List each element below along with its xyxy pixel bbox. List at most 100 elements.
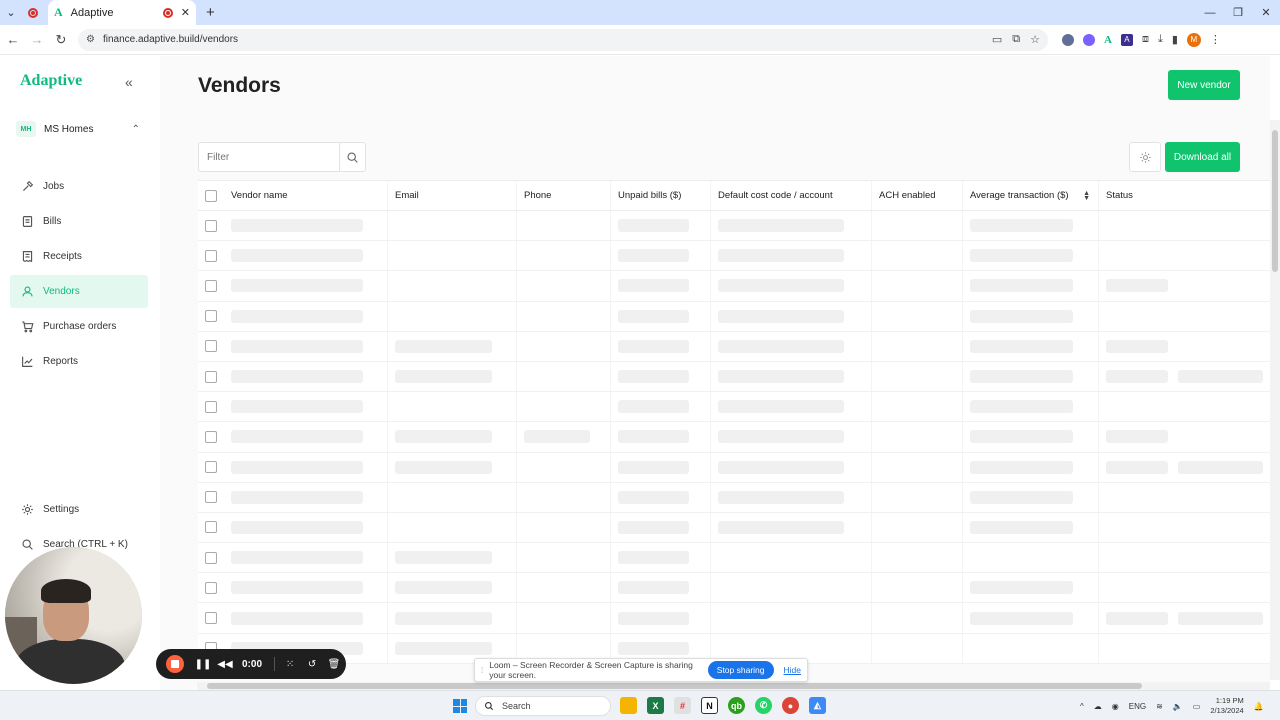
row-checkbox[interactable]: [205, 340, 217, 353]
drag-handle-icon[interactable]: ⁞: [481, 666, 483, 675]
column-header-average-transaction[interactable]: Average transaction ($) ▲ ▼: [963, 181, 1099, 210]
table-row[interactable]: [198, 392, 1270, 423]
row-checkbox[interactable]: [205, 461, 217, 474]
tab-close-icon[interactable]: ✕: [181, 6, 190, 19]
download-icon[interactable]: ⤓: [1158, 33, 1163, 46]
wifi-icon[interactable]: ≋: [1156, 702, 1163, 711]
back-button[interactable]: ←: [2, 25, 24, 55]
table-row[interactable]: [198, 422, 1270, 453]
sidebar-item-reports[interactable]: Reports: [10, 345, 148, 378]
column-header-status[interactable]: Status: [1099, 181, 1270, 210]
table-row[interactable]: [198, 512, 1270, 544]
puzzle-extensions-icon[interactable]: ⧈: [1142, 33, 1149, 46]
row-checkbox[interactable]: [205, 581, 217, 594]
table-row[interactable]: [198, 603, 1270, 634]
excel-icon[interactable]: X: [647, 697, 664, 714]
sidebar-item-receipts[interactable]: Receipts: [10, 240, 148, 273]
download-all-button[interactable]: Download all: [1165, 142, 1240, 172]
taskbar-search[interactable]: Search: [475, 696, 611, 716]
volume-icon[interactable]: 🔈: [1173, 702, 1183, 711]
restart-icon[interactable]: ↺: [301, 659, 323, 670]
filter-input[interactable]: [199, 143, 339, 171]
camera-icon[interactable]: ▭: [992, 33, 1002, 46]
table-row[interactable]: [198, 482, 1270, 513]
notion-icon[interactable]: N: [701, 697, 718, 714]
org-switcher[interactable]: MH MS Homes ⌃: [16, 118, 140, 140]
delete-icon[interactable]: 🗑: [323, 659, 345, 670]
whatsapp-icon[interactable]: ✆: [755, 697, 772, 714]
browser-tab-adaptive[interactable]: A Adaptive ✕: [48, 0, 196, 25]
row-checkbox[interactable]: [205, 310, 217, 323]
app-icon[interactable]: ◭: [809, 697, 826, 714]
filter-search-button[interactable]: [339, 143, 365, 171]
sidebar-item-purchase-orders[interactable]: Purchase orders: [10, 310, 148, 343]
brand-logo[interactable]: Adaptive: [20, 72, 82, 90]
adaptive-extension-icon[interactable]: A: [1104, 34, 1112, 46]
table-settings-button[interactable]: [1129, 142, 1161, 172]
table-row[interactable]: [198, 211, 1270, 242]
row-checkbox[interactable]: [205, 219, 217, 232]
column-header-email[interactable]: Email: [388, 181, 517, 210]
extension-icon[interactable]: [1083, 33, 1095, 46]
address-bar[interactable]: ⚙ finance.adaptive.build/vendors ▭ ⧉ ☆: [78, 28, 1048, 51]
row-checkbox[interactable]: [205, 551, 217, 564]
chrome-icon[interactable]: ●: [782, 697, 799, 714]
cloud-icon[interactable]: ☁: [1094, 702, 1102, 711]
sort-icon[interactable]: ▲ ▼: [1083, 190, 1090, 202]
window-close-icon[interactable]: ✕: [1252, 0, 1280, 25]
table-row[interactable]: [198, 361, 1270, 393]
tray-chevron-icon[interactable]: ^: [1080, 702, 1084, 711]
scrollbar-thumb[interactable]: [1272, 130, 1278, 272]
file-explorer-icon[interactable]: [620, 697, 637, 714]
rewind-icon[interactable]: ◀◀: [214, 659, 236, 670]
extension-icon[interactable]: A: [1120, 33, 1133, 46]
row-checkbox[interactable]: [205, 370, 217, 383]
tray-app-icon[interactable]: ◉: [1112, 702, 1119, 711]
sidebar-item-bills[interactable]: Bills: [10, 205, 148, 238]
stop-sharing-button[interactable]: Stop sharing: [707, 661, 774, 679]
select-all-checkbox[interactable]: [205, 189, 217, 202]
minimize-icon[interactable]: —: [1196, 0, 1224, 25]
sidebar-item-vendors[interactable]: Vendors: [10, 275, 148, 308]
restore-icon[interactable]: ❐: [1224, 0, 1252, 25]
column-header-phone[interactable]: Phone: [517, 181, 611, 210]
sidebar-item-jobs[interactable]: Jobs: [10, 170, 148, 203]
slack-icon[interactable]: #: [674, 697, 691, 714]
row-checkbox[interactable]: [205, 249, 217, 262]
clock[interactable]: 1:19 PM 2/13/2024: [1210, 696, 1243, 716]
hide-link[interactable]: Hide: [784, 665, 801, 675]
column-header-vendor-name[interactable]: Vendor name: [224, 181, 388, 210]
stop-recording-button[interactable]: [166, 655, 184, 673]
profile-avatar[interactable]: M: [1186, 32, 1201, 47]
row-checkbox[interactable]: [205, 279, 217, 292]
table-row[interactable]: [198, 573, 1270, 604]
row-checkbox[interactable]: [205, 430, 217, 443]
battery-icon[interactable]: ▭: [1193, 702, 1201, 711]
column-header-default-cost-code[interactable]: Default cost code / account: [711, 181, 872, 210]
collapse-sidebar-icon[interactable]: «: [125, 74, 133, 90]
forward-button[interactable]: →: [26, 25, 48, 55]
table-row[interactable]: [198, 452, 1270, 483]
site-info-icon[interactable]: ⚙: [86, 34, 95, 45]
column-header-ach-enabled[interactable]: ACH enabled: [872, 181, 963, 210]
table-row[interactable]: [198, 331, 1270, 362]
cast-icon[interactable]: ⧉: [1012, 33, 1020, 46]
new-tab-button[interactable]: +: [206, 4, 215, 21]
sidebar-item-settings[interactable]: Settings: [10, 493, 148, 526]
table-row[interactable]: [198, 241, 1270, 272]
row-checkbox[interactable]: [205, 491, 217, 504]
row-checkbox[interactable]: [205, 521, 217, 534]
quickbooks-icon[interactable]: qb: [728, 697, 745, 714]
notification-icon[interactable]: 🔔: [1254, 702, 1264, 711]
menu-dots-icon[interactable]: ⋮: [1210, 33, 1221, 46]
horizontal-scrollbar[interactable]: [197, 682, 1270, 690]
webcam-bubble[interactable]: [5, 547, 142, 684]
scrollbar-thumb[interactable]: [207, 683, 1142, 689]
table-row[interactable]: [198, 271, 1270, 302]
recording-tab-icon[interactable]: [28, 7, 38, 18]
extension-icon[interactable]: [1062, 33, 1074, 46]
row-checkbox[interactable]: [205, 400, 217, 413]
reload-button[interactable]: ↻: [50, 25, 72, 55]
windows-start-icon[interactable]: [453, 699, 467, 713]
new-vendor-button[interactable]: New vendor: [1168, 70, 1240, 100]
